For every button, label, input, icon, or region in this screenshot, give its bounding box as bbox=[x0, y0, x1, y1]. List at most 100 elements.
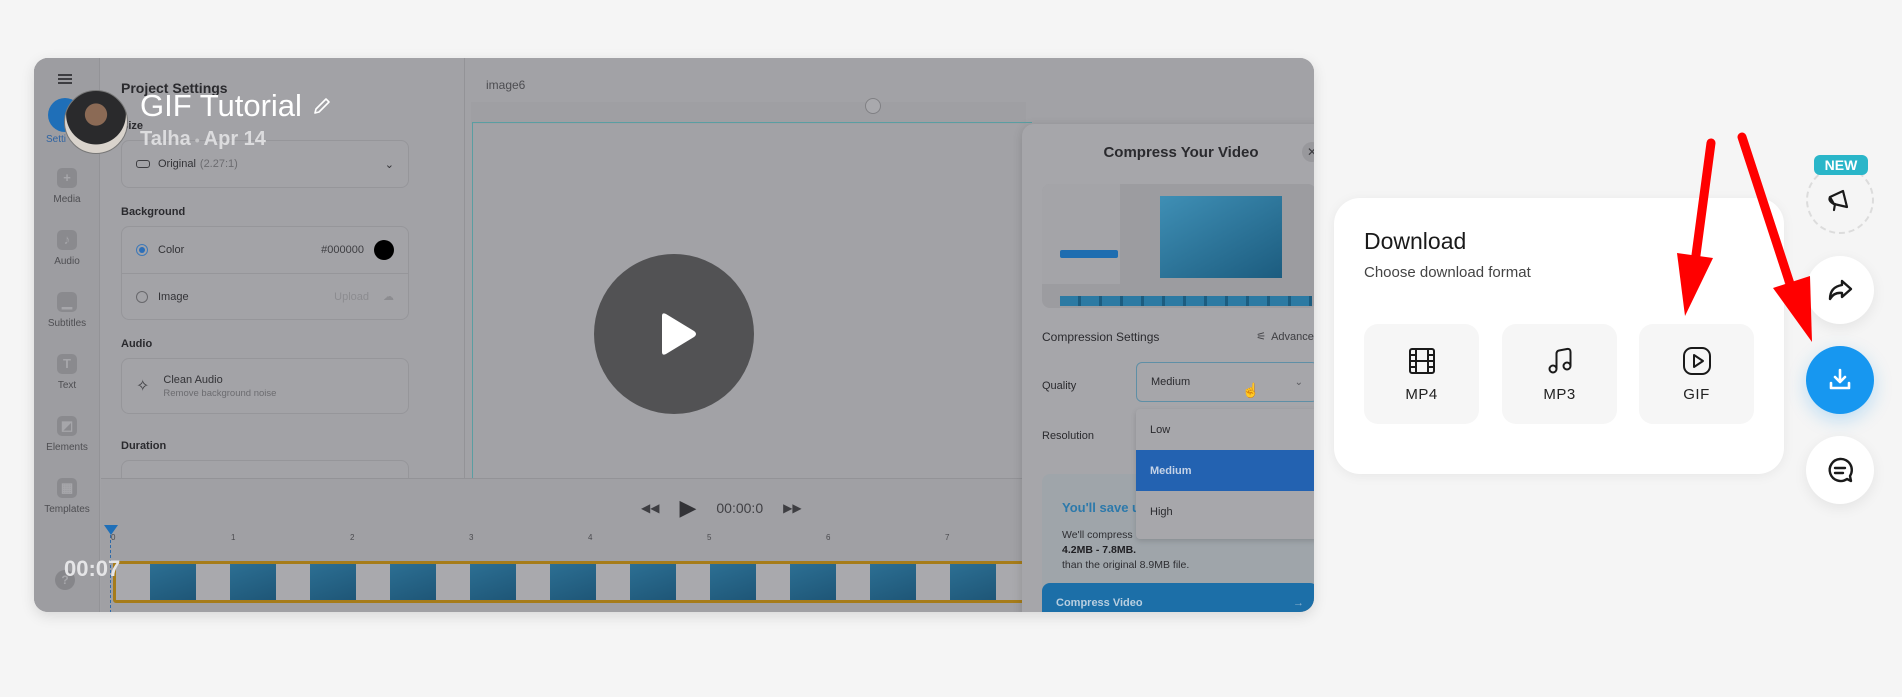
radio-icon bbox=[136, 290, 148, 303]
format-mp4-button[interactable]: MP4 bbox=[1364, 324, 1479, 424]
chevron-down-icon: ⌄ bbox=[1294, 376, 1303, 388]
tick-label: 2 bbox=[350, 533, 355, 542]
film-icon bbox=[1408, 347, 1435, 374]
filmstrip-frame bbox=[356, 564, 390, 600]
advanced-link: ⚟ Advanced bbox=[1256, 330, 1314, 344]
audio-label: Audio bbox=[121, 338, 153, 350]
filmstrip-frame bbox=[116, 564, 150, 600]
chevron-down-icon: ⌄ bbox=[384, 158, 394, 171]
rail-item-templates: ▦ Templates bbox=[34, 478, 100, 515]
arrow-right-icon: → bbox=[1293, 597, 1304, 609]
download-button[interactable] bbox=[1806, 346, 1874, 414]
sliders-icon: ⚟ bbox=[1256, 331, 1267, 343]
rail-item-subtitles: ▁ Subtitles bbox=[34, 292, 100, 329]
size-ratio: (2.27:1) bbox=[199, 158, 238, 170]
play-square-icon bbox=[1682, 346, 1711, 375]
compress-button-label: Compress Video bbox=[1056, 597, 1143, 609]
hamburger-icon bbox=[58, 74, 72, 84]
advanced-label: Advanced bbox=[1271, 330, 1314, 343]
filmstrip-frame bbox=[390, 564, 436, 600]
upload-label: Upload bbox=[334, 290, 369, 303]
filmstrip-frame bbox=[230, 564, 276, 600]
pencil-icon[interactable] bbox=[312, 96, 332, 116]
filmstrip-frame bbox=[710, 564, 756, 600]
hand-cursor-icon: ☝ bbox=[1242, 382, 1260, 398]
quality-option-high: High bbox=[1150, 505, 1173, 518]
filmstrip-frame bbox=[310, 564, 356, 600]
comments-button[interactable] bbox=[1806, 436, 1874, 504]
tick-label: 4 bbox=[588, 533, 593, 542]
sticker-icon: ◩ bbox=[57, 416, 77, 436]
savings-line: than the original 8.9MB file. bbox=[1062, 559, 1190, 571]
clean-audio-subtitle: Remove background noise bbox=[163, 387, 277, 399]
format-label: MP4 bbox=[1405, 385, 1438, 403]
separator-dot: • bbox=[194, 132, 200, 148]
chat-bubble-icon bbox=[1828, 457, 1853, 483]
tick-label: 6 bbox=[826, 533, 831, 542]
preview-sidebar bbox=[1042, 184, 1120, 284]
color-swatch bbox=[374, 240, 394, 260]
rail-item-elements: ◩ Elements bbox=[34, 416, 100, 453]
video-title: GIF Tutorial bbox=[140, 88, 332, 124]
share-button[interactable] bbox=[1806, 256, 1874, 324]
filmstrip-frame bbox=[150, 564, 196, 600]
format-label: MP3 bbox=[1543, 385, 1576, 403]
video-date: Apr 14 bbox=[203, 128, 266, 150]
quality-value: Medium bbox=[1151, 376, 1191, 388]
compress-modal: Compress Your Video ✕ Compression Settin… bbox=[1022, 124, 1314, 612]
rotate-handle-icon bbox=[865, 98, 881, 114]
format-label: GIF bbox=[1683, 385, 1710, 403]
quality-dropdown: Low Medium High bbox=[1136, 409, 1314, 539]
filmstrip-frame bbox=[276, 564, 310, 600]
cloud-upload-icon: ☁ bbox=[383, 291, 394, 303]
filmstrip-frame bbox=[596, 564, 630, 600]
rail-item-audio: ♪ Audio bbox=[34, 230, 100, 267]
color-option-label: Color bbox=[158, 244, 185, 256]
savings-title: You'll save u bbox=[1062, 500, 1140, 515]
play-button[interactable] bbox=[594, 254, 754, 414]
filmstrip-frame bbox=[790, 564, 836, 600]
filmstrip-frame bbox=[950, 564, 996, 600]
clean-audio-title: Clean Audio bbox=[163, 373, 223, 386]
playback-controls: ◀◀ ▶ 00:00:0 ▶▶ bbox=[641, 495, 802, 521]
filmstrip-frame bbox=[756, 564, 790, 600]
playback-time: 00:00:0 bbox=[716, 500, 764, 516]
resolution-label: Resolution bbox=[1042, 430, 1094, 442]
new-badge: NEW bbox=[1814, 155, 1868, 175]
megaphone-icon bbox=[1828, 189, 1849, 212]
quality-label: Quality bbox=[1042, 380, 1077, 392]
canvas-toolbar bbox=[471, 102, 1026, 124]
tick-label: 3 bbox=[469, 533, 474, 542]
image-option-label: Image bbox=[158, 290, 189, 303]
author-name: Talha bbox=[140, 128, 191, 150]
filmstrip-frame bbox=[630, 564, 676, 600]
filmstrip-frame bbox=[516, 564, 550, 600]
download-icon bbox=[1829, 368, 1851, 390]
preview-thumbnail bbox=[1042, 184, 1314, 308]
aspect-ratio-icon bbox=[136, 160, 150, 168]
filmstrip-frame bbox=[196, 564, 230, 600]
play-icon bbox=[662, 313, 696, 355]
rail-settings-label: Setti bbox=[46, 134, 67, 145]
modal-title: Compress Your Video bbox=[1103, 144, 1259, 161]
radio-selected-icon bbox=[136, 244, 148, 256]
filmstrip-frame bbox=[550, 564, 596, 600]
share-arrow-icon bbox=[1828, 279, 1853, 301]
download-title: Download bbox=[1364, 228, 1467, 254]
element-name: image6 bbox=[486, 78, 526, 92]
format-gif-button[interactable]: GIF bbox=[1639, 324, 1754, 424]
layout-icon: ▦ bbox=[57, 478, 77, 498]
filmstrip-frame bbox=[870, 564, 916, 600]
filmstrip-frame bbox=[470, 564, 516, 600]
filmstrip-frame bbox=[676, 564, 710, 600]
color-value: #000000 bbox=[321, 244, 364, 256]
plus-icon: + bbox=[57, 168, 77, 188]
play-icon: ▶ bbox=[679, 495, 697, 520]
format-mp3-button[interactable]: MP3 bbox=[1502, 324, 1617, 424]
rail-item-label: Elements bbox=[46, 442, 88, 453]
announcements-button[interactable] bbox=[1806, 166, 1874, 234]
size-value: Original bbox=[158, 158, 196, 170]
download-panel: Download Choose download format MP4 MP3 … bbox=[1334, 198, 1784, 474]
compression-settings-title: Compression Settings bbox=[1042, 330, 1160, 344]
current-time: 00:07 bbox=[64, 556, 121, 581]
